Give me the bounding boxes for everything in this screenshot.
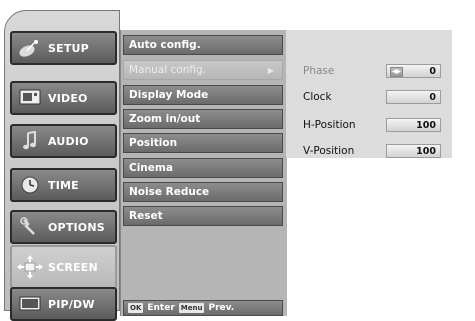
setting-row-phase[interactable]: Phase ◀▶ 0	[303, 62, 448, 80]
menu-item-cinema[interactable]: Cinema	[123, 158, 283, 178]
setting-value: 0	[429, 92, 436, 103]
screen-move-icon	[12, 247, 48, 287]
tab-options[interactable]: OPTIONS	[10, 210, 117, 244]
menu-item-label: Manual config.	[129, 64, 206, 76]
setting-label: H-Position	[303, 119, 356, 131]
menu-item-position[interactable]: Position	[123, 133, 283, 153]
tab-label: AUDIO	[48, 134, 89, 148]
setting-label: V-Position	[303, 145, 355, 157]
enter-hint: Enter	[147, 303, 175, 313]
submenu-arrow-icon: ▶	[267, 65, 274, 75]
tab-label: SCREEN	[48, 260, 98, 274]
prev-hint: Prev.	[208, 303, 235, 313]
setting-value: 100	[416, 120, 436, 131]
tab-time[interactable]: TIME	[10, 168, 117, 202]
menu-item-label: Position	[129, 137, 178, 149]
menu-item-label: Display Mode	[129, 89, 209, 101]
setting-row-clock[interactable]: Clock 0	[303, 88, 448, 106]
h-position-value-box[interactable]: 100	[386, 118, 441, 132]
menu-item-display-mode[interactable]: Display Mode	[123, 85, 283, 105]
tab-label: SETUP	[48, 41, 89, 55]
menu-footer-hint: OK Enter Menu Prev.	[123, 300, 283, 316]
setting-value: 100	[416, 146, 436, 157]
tab-label: OPTIONS	[48, 220, 105, 234]
menu-item-label: Reset	[129, 210, 163, 222]
manual-config-settings: Phase ◀▶ 0 Clock 0 H-Position 100 V-Posi…	[286, 30, 452, 158]
menu-item-auto-config[interactable]: Auto config.	[123, 35, 283, 55]
category-tab-column: SETUP VIDEO AUDIO TIME OPTIONS SCREEN PI…	[4, 10, 120, 321]
menu-key-badge: Menu	[178, 303, 205, 313]
phase-value-box[interactable]: ◀▶ 0	[386, 64, 441, 78]
v-position-value-box[interactable]: 100	[386, 144, 441, 158]
tab-label: PIP/DW	[48, 297, 95, 311]
ok-key-badge: OK	[128, 303, 144, 313]
tab-audio[interactable]: AUDIO	[10, 124, 117, 158]
menu-item-noise-reduce[interactable]: Noise Reduce	[123, 182, 283, 202]
tab-video[interactable]: VIDEO	[10, 81, 117, 115]
tab-label: TIME	[48, 178, 79, 192]
menu-item-label: Cinema	[129, 162, 173, 174]
menu-item-label: Auto config.	[129, 39, 201, 51]
menu-item-zoom[interactable]: Zoom in/out	[123, 109, 283, 129]
tab-screen[interactable]: SCREEN	[10, 245, 117, 289]
setting-label: Phase	[303, 65, 335, 77]
adjust-arrows-icon: ◀▶	[390, 67, 403, 77]
menu-item-label: Noise Reduce	[129, 186, 210, 198]
setting-row-v-position[interactable]: V-Position 100	[303, 142, 448, 160]
setting-value: 0	[429, 66, 436, 77]
wrench-icon	[12, 212, 48, 242]
pip-window-icon	[12, 289, 48, 319]
menu-item-manual-config[interactable]: Manual config. ▶	[123, 60, 283, 80]
clock-value-box[interactable]: 0	[386, 90, 441, 104]
tv-screen-icon	[12, 83, 48, 113]
setting-row-h-position[interactable]: H-Position 100	[303, 116, 448, 134]
satellite-dish-icon	[12, 33, 48, 63]
music-note-icon	[12, 126, 48, 156]
screen-submenu: Auto config. Manual config. ▶ Display Mo…	[120, 30, 287, 316]
setting-label: Clock	[303, 91, 332, 103]
tab-label: VIDEO	[48, 91, 88, 105]
menu-item-label: Zoom in/out	[129, 113, 201, 125]
menu-item-reset[interactable]: Reset	[123, 206, 283, 226]
tab-setup[interactable]: SETUP	[10, 31, 117, 65]
clock-icon	[12, 170, 48, 200]
